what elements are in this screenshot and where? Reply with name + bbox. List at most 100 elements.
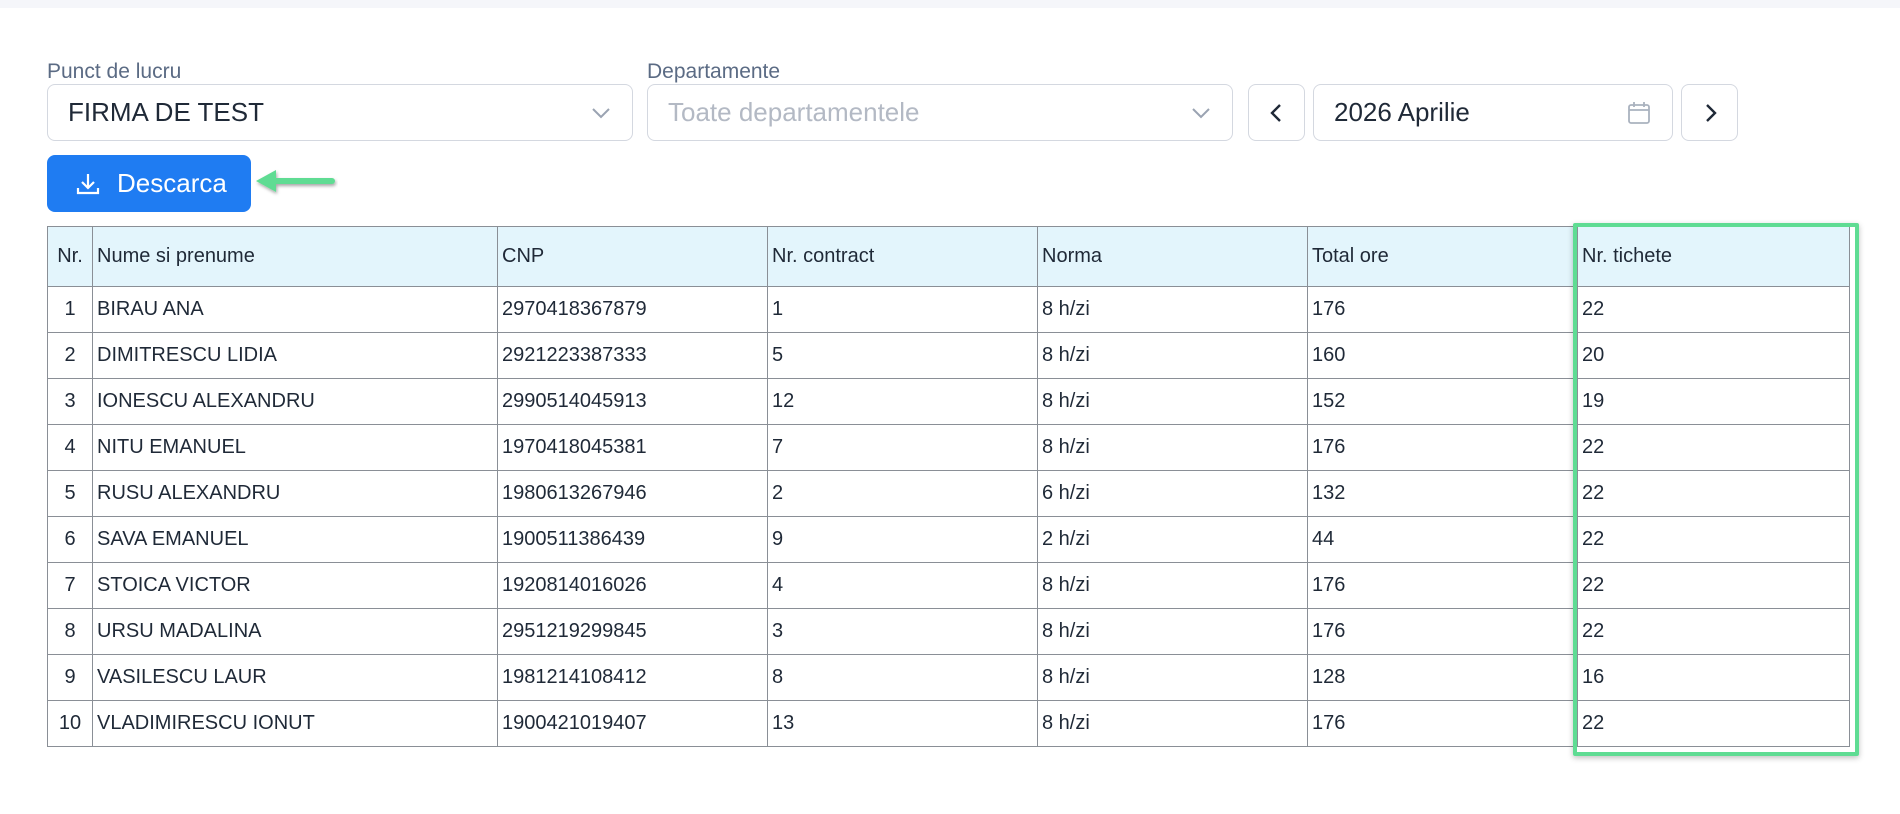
arrow-left-icon: [256, 170, 335, 192]
cell-total-ore: 132: [1307, 470, 1578, 517]
cell-name: VASILESCU LAUR: [92, 654, 498, 701]
cell-nr: 5: [47, 470, 93, 517]
cell-total-ore: 176: [1307, 424, 1578, 471]
cell-tichete: 22: [1577, 424, 1850, 471]
download-icon: [76, 173, 100, 194]
cell-norma: 8 h/zi: [1037, 378, 1308, 425]
cell-total-ore: 128: [1307, 654, 1578, 701]
column-header-cnp: CNP: [497, 226, 768, 287]
cell-cnp: 2970418367879: [497, 286, 768, 333]
cell-nr: 9: [47, 654, 93, 701]
cell-name: DIMITRESCU LIDIA: [92, 332, 498, 379]
workplace-select[interactable]: FIRMA DE TEST: [47, 84, 633, 141]
cell-norma: 8 h/zi: [1037, 562, 1308, 609]
table-row: 2 DIMITRESCU LIDIA 2921223387333 5 8 h/z…: [47, 332, 1850, 379]
cell-nr: 3: [47, 378, 93, 425]
cell-norma: 2 h/zi: [1037, 516, 1308, 563]
next-month-button[interactable]: [1681, 84, 1738, 141]
cell-norma: 8 h/zi: [1037, 700, 1308, 747]
cell-contract: 3: [767, 608, 1038, 655]
cell-nr: 8: [47, 608, 93, 655]
cell-name: BIRAU ANA: [92, 286, 498, 333]
cell-nr: 4: [47, 424, 93, 471]
cell-name: NITU EMANUEL: [92, 424, 498, 471]
cell-total-ore: 44: [1307, 516, 1578, 563]
column-header-norma: Norma: [1037, 226, 1308, 287]
chevron-left-icon: [1269, 103, 1281, 122]
table-row: 10 VLADIMIRESCU IONUT 1900421019407 13 8…: [47, 700, 1850, 747]
cell-nr: 10: [47, 700, 93, 747]
cell-tichete: 22: [1577, 470, 1850, 517]
cell-tichete: 22: [1577, 608, 1850, 655]
cell-total-ore: 176: [1307, 286, 1578, 333]
department-label: Departamente: [647, 60, 781, 83]
column-header-tichete: Nr. tichete: [1577, 226, 1850, 287]
cell-cnp: 1900511386439: [497, 516, 768, 563]
cell-name: IONESCU ALEXANDRU: [92, 378, 498, 425]
cell-tichete: 22: [1577, 700, 1850, 747]
cell-contract: 1: [767, 286, 1038, 333]
table-row: 5 RUSU ALEXANDRU 1980613267946 2 6 h/zi …: [47, 470, 1850, 517]
cell-norma: 8 h/zi: [1037, 654, 1308, 701]
department-select[interactable]: Toate departamentele: [647, 84, 1233, 141]
cell-contract: 4: [767, 562, 1038, 609]
table-row: 6 SAVA EMANUEL 1900511386439 9 2 h/zi 44…: [47, 516, 1850, 563]
table-header-row: Nr. Nume si prenume CNP Nr. contract Nor…: [47, 226, 1850, 287]
cell-cnp: 1981214108412: [497, 654, 768, 701]
cell-contract: 7: [767, 424, 1038, 471]
cell-tichete: 19: [1577, 378, 1850, 425]
cell-total-ore: 176: [1307, 700, 1578, 747]
cell-nr: 7: [47, 562, 93, 609]
cell-contract: 13: [767, 700, 1038, 747]
department-placeholder: Toate departamentele: [668, 97, 920, 127]
table-row: 1 BIRAU ANA 2970418367879 1 8 h/zi 176 2…: [47, 286, 1850, 333]
cell-total-ore: 152: [1307, 378, 1578, 425]
prev-month-button[interactable]: [1248, 84, 1305, 141]
cell-name: VLADIMIRESCU IONUT: [92, 700, 498, 747]
cell-cnp: 1900421019407: [497, 700, 768, 747]
cell-tichete: 22: [1577, 562, 1850, 609]
cell-norma: 8 h/zi: [1037, 608, 1308, 655]
table-row: 7 STOICA VICTOR 1920814016026 4 8 h/zi 1…: [47, 562, 1850, 609]
cell-contract: 9: [767, 516, 1038, 563]
calendar-icon: [1628, 101, 1650, 124]
cell-total-ore: 160: [1307, 332, 1578, 379]
cell-contract: 12: [767, 378, 1038, 425]
cell-norma: 8 h/zi: [1037, 424, 1308, 471]
month-picker[interactable]: 2026 Aprilie: [1313, 84, 1673, 141]
cell-name: STOICA VICTOR: [92, 562, 498, 609]
cell-nr: 6: [47, 516, 93, 563]
cell-name: RUSU ALEXANDRU: [92, 470, 498, 517]
column-header-contract: Nr. contract: [767, 226, 1038, 287]
cell-nr: 1: [47, 286, 93, 333]
cell-tichete: 16: [1577, 654, 1850, 701]
cell-norma: 8 h/zi: [1037, 332, 1308, 379]
cell-nr: 2: [47, 332, 93, 379]
table-row: 4 NITU EMANUEL 1970418045381 7 8 h/zi 17…: [47, 424, 1850, 471]
cell-contract: 2: [767, 470, 1038, 517]
cell-tichete: 22: [1577, 516, 1850, 563]
cell-cnp: 1920814016026: [497, 562, 768, 609]
download-label: Descarca: [117, 168, 227, 198]
column-header-name: Nume si prenume: [92, 226, 498, 287]
chevron-right-icon: [1705, 103, 1717, 122]
table-row: 3 IONESCU ALEXANDRU 2990514045913 12 8 h…: [47, 378, 1850, 425]
download-button[interactable]: Descarca: [47, 155, 251, 212]
cell-name: SAVA EMANUEL: [92, 516, 498, 563]
column-header-nr: Nr.: [47, 226, 93, 287]
cell-total-ore: 176: [1307, 562, 1578, 609]
cell-norma: 8 h/zi: [1037, 286, 1308, 333]
column-header-total-ore: Total ore: [1307, 226, 1578, 287]
cell-cnp: 1970418045381: [497, 424, 768, 471]
cell-cnp: 1980613267946: [497, 470, 768, 517]
tickets-table: Nr. Nume si prenume CNP Nr. contract Nor…: [47, 226, 1850, 747]
cell-tichete: 20: [1577, 332, 1850, 379]
cell-total-ore: 176: [1307, 608, 1578, 655]
cell-norma: 6 h/zi: [1037, 470, 1308, 517]
cell-contract: 8: [767, 654, 1038, 701]
chevron-down-icon: [592, 107, 610, 118]
chevron-down-icon: [1192, 107, 1210, 118]
workplace-value: FIRMA DE TEST: [68, 97, 264, 127]
cell-cnp: 2951219299845: [497, 608, 768, 655]
month-value: 2026 Aprilie: [1334, 97, 1470, 127]
